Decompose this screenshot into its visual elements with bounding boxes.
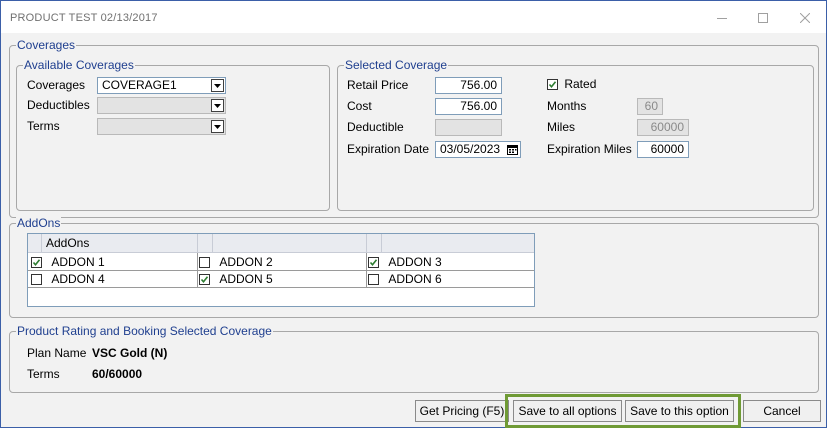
addon-1-label: ADDON 1 bbox=[51, 255, 105, 269]
available-coverages-group: Available Coverages Coverages COVERAGE1 … bbox=[16, 58, 330, 211]
cost-label: Cost bbox=[347, 99, 372, 113]
expiration-date-label: Expiration Date bbox=[347, 142, 430, 156]
expiration-date-value: 03/05/2023 bbox=[440, 142, 501, 156]
expiration-miles-label: Expiration Miles bbox=[547, 142, 632, 156]
addons-column-header: AddOns bbox=[42, 234, 198, 253]
addon-1-checkbox[interactable] bbox=[31, 257, 42, 269]
save-this-option-button[interactable]: Save to this option bbox=[625, 400, 734, 422]
expiration-date-field[interactable]: 03/05/2023 bbox=[435, 141, 521, 158]
deductible-field bbox=[435, 119, 502, 136]
dialog-window: PRODUCT TEST 02/13/2017 Coverages Availa… bbox=[0, 0, 827, 428]
retail-price-label: Retail Price bbox=[347, 78, 409, 92]
addon-5-label: ADDON 5 bbox=[219, 272, 273, 286]
rating-legend: Product Rating and Booking Selected Cove… bbox=[16, 324, 273, 338]
grid-header-empty bbox=[382, 234, 534, 253]
addons-legend: AddOns bbox=[16, 216, 62, 230]
table-row: ADDON 1 ADDON 2 ADDON 3 bbox=[28, 254, 534, 271]
deductible-label: Deductible bbox=[347, 120, 404, 134]
title-bar: PRODUCT TEST 02/13/2017 bbox=[1, 1, 826, 33]
addon-2-cell[interactable]: ADDON 2 bbox=[199, 254, 273, 270]
expiration-miles-field[interactable]: 60000 bbox=[637, 141, 689, 158]
deductibles-label: Deductibles bbox=[27, 98, 90, 112]
minimize-icon[interactable] bbox=[707, 7, 737, 29]
terms-dropdown[interactable] bbox=[97, 118, 226, 135]
plan-name-label: Plan Name bbox=[27, 346, 87, 360]
coverages-label: Coverages bbox=[27, 78, 86, 92]
coverages-dropdown[interactable]: COVERAGE1 bbox=[97, 77, 226, 94]
grid-header-spacer bbox=[28, 234, 42, 253]
addon-4-cell[interactable]: ADDON 4 bbox=[31, 271, 105, 287]
months-label: Months bbox=[547, 99, 587, 113]
addon-2-checkbox[interactable] bbox=[199, 257, 210, 269]
grid-header-spacer bbox=[198, 234, 213, 253]
addon-6-label: ADDON 6 bbox=[388, 272, 442, 286]
addon-6-cell[interactable]: ADDON 6 bbox=[368, 271, 442, 287]
terms-label: Terms bbox=[27, 119, 60, 133]
addon-3-cell[interactable]: ADDON 3 bbox=[368, 254, 442, 270]
addon-5-checkbox[interactable] bbox=[199, 274, 210, 286]
available-coverages-legend: Available Coverages bbox=[23, 58, 135, 72]
coverages-group: Coverages Available Coverages Coverages … bbox=[9, 38, 819, 218]
chevron-down-icon[interactable] bbox=[211, 79, 224, 92]
column-divider bbox=[197, 253, 198, 287]
retail-price-field[interactable]: 756.00 bbox=[435, 77, 502, 94]
selected-coverage-group: Selected Coverage Retail Price 756.00 Co… bbox=[337, 58, 814, 211]
addon-1-cell[interactable]: ADDON 1 bbox=[31, 254, 105, 270]
save-all-options-button[interactable]: Save to all options bbox=[513, 400, 622, 422]
addons-grid: AddOns ADDON 1 ADDON 2 ADDON 3 ADDON 4 A… bbox=[27, 233, 535, 307]
rating-group: Product Rating and Booking Selected Cove… bbox=[9, 324, 819, 393]
addon-4-label: ADDON 4 bbox=[51, 272, 105, 286]
grid-header-empty bbox=[213, 234, 367, 253]
grid-header-spacer bbox=[367, 234, 382, 253]
coverages-legend: Coverages bbox=[16, 38, 77, 52]
dialog-body: Coverages Available Coverages Coverages … bbox=[3, 35, 825, 428]
maximize-icon[interactable] bbox=[748, 7, 778, 29]
deductibles-dropdown[interactable] bbox=[97, 97, 226, 114]
addon-2-label: ADDON 2 bbox=[219, 255, 273, 269]
addon-3-checkbox[interactable] bbox=[368, 257, 379, 269]
selected-coverage-legend: Selected Coverage bbox=[344, 58, 449, 72]
chevron-down-icon[interactable] bbox=[211, 120, 224, 133]
rating-terms-value: 60/60000 bbox=[92, 367, 143, 381]
addon-3-label: ADDON 3 bbox=[388, 255, 442, 269]
addon-4-checkbox[interactable] bbox=[31, 274, 42, 286]
get-pricing-button[interactable]: Get Pricing (F5) bbox=[415, 400, 509, 422]
cancel-button[interactable]: Cancel bbox=[743, 400, 821, 422]
addon-6-checkbox[interactable] bbox=[368, 274, 379, 286]
chevron-down-icon[interactable] bbox=[211, 99, 224, 112]
coverages-dropdown-value: COVERAGE1 bbox=[102, 78, 177, 92]
miles-label: Miles bbox=[547, 120, 576, 134]
addon-5-cell[interactable]: ADDON 5 bbox=[199, 271, 273, 287]
table-row: ADDON 4 ADDON 5 ADDON 6 bbox=[28, 271, 534, 288]
rating-terms-label: Terms bbox=[27, 367, 60, 381]
rated-checkbox-wrapper[interactable]: Rated bbox=[547, 77, 596, 91]
column-divider bbox=[366, 253, 367, 287]
window-title: PRODUCT TEST 02/13/2017 bbox=[10, 12, 158, 24]
close-icon[interactable] bbox=[790, 7, 820, 29]
rated-checkbox[interactable] bbox=[547, 79, 558, 91]
months-field: 60 bbox=[637, 98, 663, 115]
cost-field[interactable]: 756.00 bbox=[435, 98, 502, 115]
calendar-icon[interactable] bbox=[507, 144, 518, 155]
plan-name-value: VSC Gold (N) bbox=[92, 346, 168, 360]
miles-field: 60000 bbox=[637, 119, 689, 136]
rated-label: Rated bbox=[564, 77, 597, 91]
